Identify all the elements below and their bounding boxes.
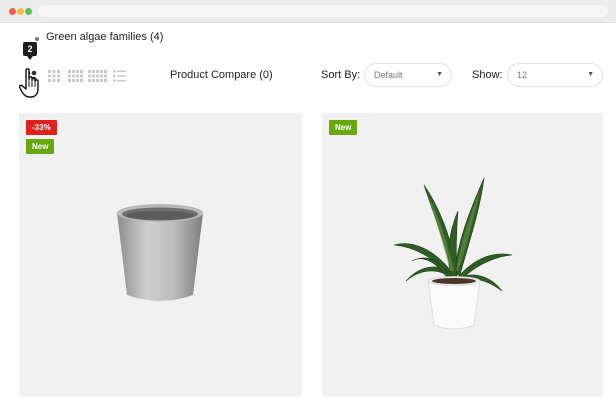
product-compare-link[interactable]: Product Compare (0) (170, 69, 273, 81)
new-badge: New (329, 120, 358, 135)
grid-3-view-icon[interactable] (48, 70, 60, 82)
product-card[interactable]: -33% New (19, 113, 302, 397)
bullet-icon (35, 37, 39, 41)
address-bar[interactable] (38, 5, 608, 17)
browser-chrome (0, 0, 616, 23)
sort-by-select[interactable]: Default ▼ (364, 63, 452, 87)
product-card[interactable]: New (322, 113, 603, 397)
hand-pointer-cursor-icon (18, 68, 43, 105)
snake-plant-image[interactable] (393, 175, 514, 340)
category-breadcrumb[interactable]: Green algae families (4) (46, 31, 163, 43)
concrete-pot-image[interactable] (115, 203, 205, 312)
caret-down-icon: ▼ (587, 71, 594, 78)
maximize-window-icon[interactable] (25, 8, 32, 15)
new-badge: New (26, 139, 55, 154)
grid-4-view-icon[interactable] (68, 70, 83, 82)
show-count-select[interactable]: 12 ▼ (507, 63, 603, 87)
minimize-window-icon[interactable] (17, 8, 24, 15)
sale-badge: -33% (26, 120, 57, 135)
close-window-icon[interactable] (9, 8, 16, 15)
sort-by-value: Default (374, 70, 403, 80)
list-view-icon[interactable] (113, 70, 126, 82)
sort-by-label: Sort By: (321, 69, 361, 81)
show-count-value: 12 (517, 70, 528, 80)
grid-tooltip: 2 (23, 42, 37, 60)
grid-5-view-icon[interactable] (88, 70, 107, 82)
caret-down-icon: ▼ (436, 71, 443, 78)
show-label: Show: (472, 69, 503, 81)
